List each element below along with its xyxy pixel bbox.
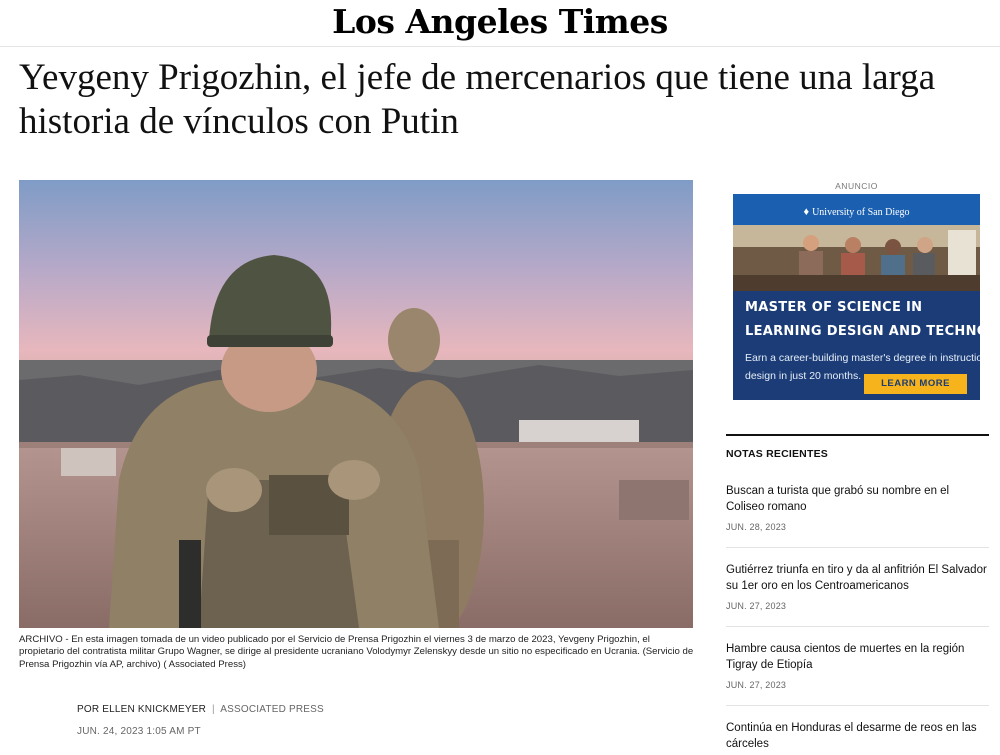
- recent-note-date: JUN. 27, 2023: [726, 601, 787, 611]
- article-photo: [19, 180, 693, 628]
- byline-separator: |: [212, 704, 215, 715]
- masthead: Los Angeles Times: [0, 0, 1000, 47]
- ad-description-line2: design in just 20 months.: [745, 370, 862, 382]
- divider: [726, 547, 989, 548]
- recent-note-link[interactable]: Gutiérrez triunfa en tiro y da al anfitr…: [726, 563, 989, 595]
- ad-university-logo: ♦ University of San Diego: [733, 206, 980, 218]
- recent-notes: NOTAS RECIENTES Buscan a turista que gra…: [726, 434, 989, 750]
- ad-photo: [733, 225, 980, 291]
- divider: [726, 705, 989, 706]
- author-link[interactable]: ELLEN KNICKMEYER: [102, 704, 206, 715]
- photo-caption: ARCHIVO - En esta imagen tomada de un vi…: [19, 634, 694, 670]
- recent-note-date: JUN. 27, 2023: [726, 680, 787, 690]
- article-headline: Yevgeny Prigozhin, el jefe de mercenario…: [19, 57, 936, 142]
- sky: [19, 180, 693, 380]
- recent-note-link[interactable]: Hambre causa cientos de muertes en la re…: [726, 642, 989, 674]
- divider: [726, 626, 989, 627]
- publish-date: JUN. 24, 2023 1:05 AM PT: [77, 726, 201, 737]
- recent-note-link[interactable]: Continúa en Honduras el desarme de reos …: [726, 721, 989, 753]
- ad-title-line1: MASTER OF SCIENCE IN: [745, 300, 923, 315]
- byline-prefix: POR: [77, 704, 100, 715]
- byline: POR ELLEN KNICKMEYER | ASSOCIATED PRESS: [77, 704, 324, 715]
- ad-description-line1: Earn a career-building master's degree i…: [745, 352, 980, 364]
- recent-note-date: JUN. 28, 2023: [726, 522, 787, 532]
- site-logo[interactable]: Los Angeles Times: [0, 2, 1000, 41]
- ad-label: ANUNCIO: [835, 181, 878, 191]
- roof-structure: [61, 448, 116, 476]
- ad-banner[interactable]: ♦ University of San Diego MASTER OF SCIEN…: [733, 194, 980, 400]
- recent-note-link[interactable]: Buscan a turista que grabó su nombre en …: [726, 484, 989, 516]
- torch-icon: ♦: [803, 206, 810, 218]
- ad-university-name: University of San Diego: [812, 207, 910, 218]
- agency-name: ASSOCIATED PRESS: [220, 704, 324, 715]
- recent-notes-heading: NOTAS RECIENTES: [726, 448, 828, 460]
- ad-learn-more-button[interactable]: LEARN MORE: [864, 374, 967, 394]
- ad-title-line2: LEARNING DESIGN AND TECHNOLOGY: [745, 324, 980, 339]
